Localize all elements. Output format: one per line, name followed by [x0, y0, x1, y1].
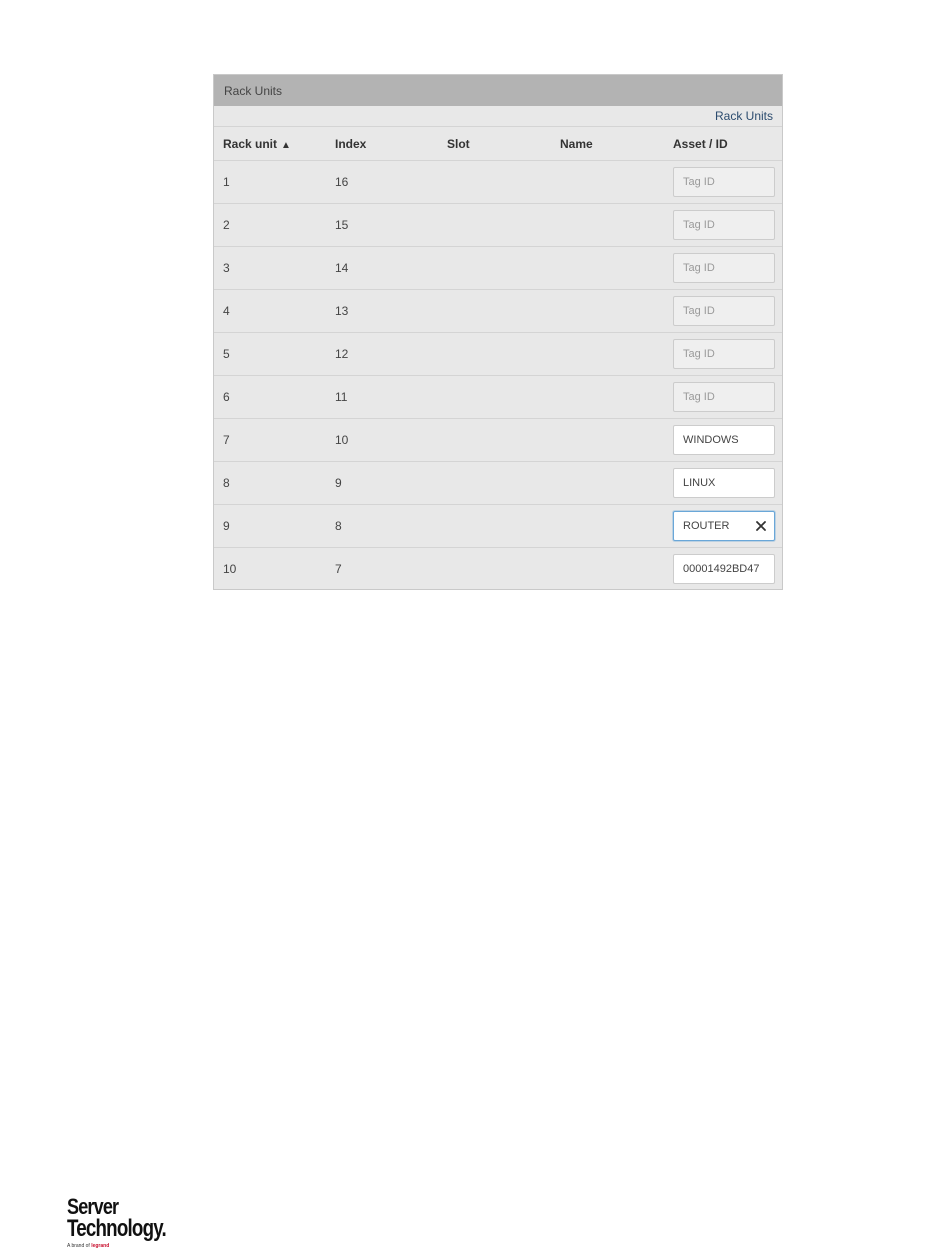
asset-id-cell — [664, 246, 782, 290]
rack-unit-cell: 3 — [214, 246, 326, 290]
panel-toolbar: Rack Units — [214, 106, 782, 127]
panel-title: Rack Units — [224, 83, 283, 98]
close-icon[interactable] — [754, 519, 768, 533]
column-header-slot[interactable]: Slot — [438, 127, 551, 161]
index-cell: 9 — [326, 461, 438, 505]
asset-id-field-wrapper — [673, 511, 775, 541]
rack-units-table: Rack unit ▲ Index Slot Name Asset / ID 11… — [214, 127, 782, 590]
asset-id-field-wrapper — [673, 296, 775, 326]
server-technology-logo: Server Technology. A brand of legrand — [67, 1196, 187, 1252]
table-body: 1162153144135126117108998107 — [214, 160, 782, 591]
table-row: 7 10 — [214, 418, 782, 462]
name-cell — [551, 289, 664, 333]
index-cell: 7 — [335, 562, 342, 576]
index-cell: 12 — [326, 332, 438, 376]
asset-id-cell — [664, 160, 782, 204]
legrand-brand: legrand — [91, 1243, 110, 1249]
asset-id-field-wrapper — [673, 253, 775, 283]
asset-id-field-wrapper — [673, 167, 775, 197]
rack-unit-cell: 10 — [223, 562, 237, 576]
asset-id-cell — [664, 548, 782, 591]
asset-id-cell — [664, 332, 782, 376]
name-cell — [551, 160, 664, 204]
index-cell: 10 — [326, 418, 438, 462]
slot-cell — [438, 332, 551, 376]
index-cell: 14 — [326, 246, 438, 290]
rack-unit-cell: 6 — [214, 375, 326, 419]
logo-tagline: A brand of legrand — [67, 1243, 110, 1249]
index-cell: 15 — [326, 203, 438, 247]
asset-id-cell — [664, 461, 782, 505]
slot-cell — [438, 160, 551, 204]
column-header-rack-unit[interactable]: Rack unit ▲ — [214, 127, 326, 161]
table-row: 6 11 — [214, 375, 782, 419]
asset-id-input[interactable] — [673, 339, 775, 369]
name-cell — [551, 461, 664, 505]
slot-cell — [438, 289, 551, 333]
index-cell: 16 — [326, 160, 438, 204]
index-cell: 11 — [326, 375, 438, 419]
asset-id-field-wrapper — [673, 339, 775, 369]
rack-unit-cell: 2 — [214, 203, 326, 247]
asset-id-field-wrapper — [673, 382, 775, 412]
table-row: 10 7 — [214, 548, 782, 591]
index-cell: 8 — [326, 504, 438, 548]
rack-unit-cell: 8 — [214, 461, 326, 505]
rack-unit-cell: 9 — [214, 504, 326, 548]
table-header-row: Rack unit ▲ Index Slot Name Asset / ID — [214, 127, 782, 161]
slot-cell — [438, 418, 551, 462]
asset-id-field-wrapper — [673, 210, 775, 240]
rack-unit-cell: 1 — [214, 160, 326, 204]
asset-id-cell — [664, 375, 782, 419]
rack-units-panel: Rack Units Rack Units Rack unit ▲ Index S… — [213, 74, 783, 590]
asset-id-input[interactable] — [673, 468, 775, 498]
column-header-name[interactable]: Name — [551, 127, 664, 161]
asset-id-input[interactable] — [673, 554, 775, 584]
name-cell — [551, 332, 664, 376]
sort-ascending-icon: ▲ — [281, 139, 291, 151]
table-row: 1 16 — [214, 160, 782, 204]
asset-id-input[interactable] — [673, 167, 775, 197]
name-cell — [551, 375, 664, 419]
rack-unit-cell: 4 — [214, 289, 326, 333]
column-header-asset-id[interactable]: Asset / ID — [664, 127, 782, 161]
asset-id-cell — [664, 418, 782, 462]
slot-cell — [438, 375, 551, 419]
slot-cell — [438, 461, 551, 505]
panel-header: Rack Units — [214, 75, 782, 106]
asset-id-input[interactable] — [673, 425, 775, 455]
rack-unit-cell: 5 — [214, 332, 326, 376]
asset-id-field-wrapper — [673, 425, 775, 455]
index-cell: 13 — [326, 289, 438, 333]
table-row: 3 14 — [214, 246, 782, 290]
logo-line2: Technology. — [67, 1215, 167, 1242]
table-row: 4 13 — [214, 289, 782, 333]
slot-cell — [438, 203, 551, 247]
table-row: 89 — [214, 461, 782, 505]
asset-id-cell — [664, 203, 782, 247]
asset-id-cell — [664, 289, 782, 333]
asset-id-input[interactable] — [673, 210, 775, 240]
asset-id-field-wrapper — [673, 468, 775, 498]
name-cell — [551, 548, 664, 591]
asset-id-input[interactable] — [673, 296, 775, 326]
name-cell — [551, 418, 664, 462]
asset-id-input[interactable] — [673, 253, 775, 283]
rack-units-link[interactable]: Rack Units — [715, 109, 773, 123]
name-cell — [551, 504, 664, 548]
table-row: 2 15 — [214, 203, 782, 247]
slot-cell — [438, 246, 551, 290]
asset-id-field-wrapper — [673, 554, 775, 584]
name-cell — [551, 246, 664, 290]
name-cell — [551, 203, 664, 247]
table-row: 5 12 — [214, 332, 782, 376]
asset-id-input[interactable] — [673, 382, 775, 412]
rack-unit-cell: 7 — [214, 418, 326, 462]
asset-id-cell — [664, 504, 782, 548]
table-row: 98 — [214, 504, 782, 548]
slot-cell — [438, 548, 551, 591]
slot-cell — [438, 504, 551, 548]
column-header-index[interactable]: Index — [326, 127, 438, 161]
